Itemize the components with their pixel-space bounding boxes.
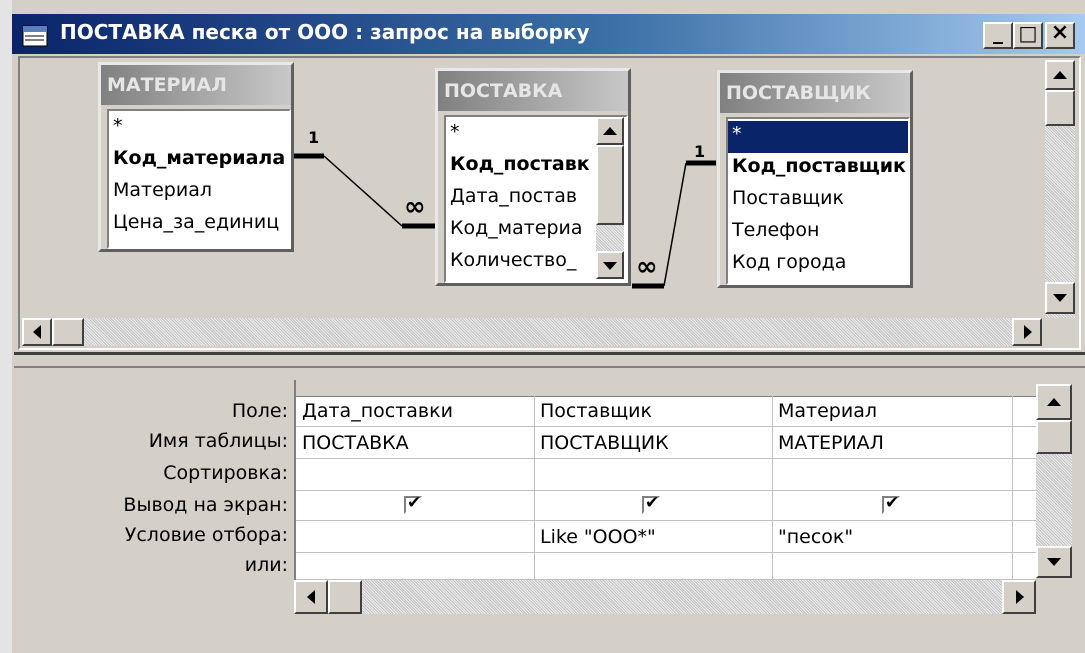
scroll-up-button[interactable] — [596, 117, 624, 145]
scroll-up-button[interactable] — [1045, 60, 1075, 90]
relation-many-label: ∞ — [404, 192, 426, 222]
show-checkbox[interactable]: ✔ — [404, 493, 422, 514]
table-title[interactable]: ПОСТАВЩИК — [720, 73, 910, 113]
row-label-criteria: Условие отбора: — [124, 524, 288, 546]
grid-field-cell[interactable]: Материал — [778, 400, 877, 422]
field-item-selected[interactable]: * — [728, 121, 908, 153]
column-selector[interactable] — [296, 380, 536, 397]
scroll-thumb[interactable] — [328, 580, 362, 614]
field-item[interactable]: Цена_за_единиц — [113, 211, 279, 233]
grid-table-cell[interactable]: МАТЕРИАЛ — [778, 432, 884, 454]
grid-criteria-cell[interactable]: "песок" — [778, 526, 853, 548]
scroll-thumb[interactable] — [52, 318, 84, 346]
close-icon: × — [1050, 20, 1070, 45]
table-postavka[interactable]: ПОСТАВКА * Код_поставк Дата_постав Код_м… — [435, 68, 631, 286]
grid-field-cell[interactable]: Поставщик — [540, 400, 652, 422]
field-item[interactable]: Код_материа — [450, 217, 583, 239]
query-design-grid[interactable]: Дата_поставки ПОСТАВКА ✔ Поставщик ПОСТА… — [294, 380, 1038, 580]
grid-field-cell[interactable]: Дата_поставки — [302, 400, 453, 422]
table-material[interactable]: МАТЕРИАЛ * Код_материала Материал Цена_з… — [98, 62, 294, 252]
relation-one-label: 1 — [694, 142, 706, 161]
upper-horizontal-scrollbar[interactable] — [22, 318, 1042, 346]
row-label-field: Поле: — [231, 400, 288, 422]
pane-splitter[interactable] — [14, 352, 1085, 368]
scroll-thumb[interactable] — [1036, 420, 1072, 454]
scroll-right-button[interactable] — [1002, 580, 1036, 614]
field-item[interactable]: Код_поставщик — [732, 155, 906, 177]
row-label-table: Имя таблицы: — [148, 430, 288, 452]
table-title[interactable]: МАТЕРИАЛ — [101, 65, 291, 105]
background-window-edge — [0, 0, 12, 653]
minimize-icon: _ — [993, 20, 1003, 44]
show-checkbox[interactable]: ✔ — [642, 493, 660, 514]
grid-horizontal-scrollbar[interactable] — [294, 580, 1036, 614]
scroll-left-button[interactable] — [22, 318, 52, 346]
field-item[interactable]: Материал — [113, 179, 212, 201]
maximize-button[interactable]: □ — [1013, 21, 1043, 49]
row-label-or: или: — [244, 554, 288, 576]
field-item[interactable]: Телефон — [732, 219, 819, 241]
table-postavshik[interactable]: ПОСТАВЩИК * Код_поставщик Поставщик Теле… — [717, 70, 913, 288]
window-title: ПОСТАВКА песка от ООО : запрос на выборк… — [60, 20, 590, 44]
relation-many-label: ∞ — [636, 252, 658, 282]
scroll-left-button[interactable] — [294, 580, 328, 614]
field-item[interactable]: Код города — [732, 251, 846, 273]
table-title[interactable]: ПОСТАВКА — [438, 71, 628, 111]
scroll-thumb[interactable] — [1045, 90, 1075, 126]
column-selector[interactable] — [534, 380, 774, 397]
grid-criteria-cell[interactable]: Like "ООО*" — [540, 526, 656, 548]
field-item[interactable]: Количество_ — [450, 249, 576, 271]
scroll-down-button[interactable] — [596, 251, 624, 279]
scroll-thumb[interactable] — [596, 145, 624, 225]
scroll-down-button[interactable] — [1045, 282, 1075, 314]
field-item[interactable]: Поставщик — [732, 187, 844, 209]
column-selector[interactable] — [1012, 380, 1038, 397]
grid-table-cell[interactable]: ПОСТАВКА — [302, 432, 409, 454]
show-checkbox[interactable]: ✔ — [882, 493, 900, 514]
field-item[interactable]: * — [113, 115, 123, 137]
field-item[interactable]: * — [450, 121, 460, 143]
field-list[interactable]: * Код_материала Материал Цена_за_единиц — [107, 109, 291, 249]
field-item[interactable]: Дата_постав — [450, 185, 577, 207]
scroll-down-button[interactable] — [1036, 546, 1072, 578]
grid-row-labels: Поле: Имя таблицы: Сортировка: Вывод на … — [20, 380, 288, 580]
field-list[interactable]: * Код_поставщик Поставщик Телефон Код го… — [726, 117, 910, 285]
field-list[interactable]: * Код_поставк Дата_постав Код_материа Ко… — [444, 115, 628, 283]
maximize-icon: □ — [1018, 21, 1038, 45]
column-selector[interactable] — [772, 380, 1014, 397]
relation-one-label: 1 — [308, 128, 320, 147]
close-button[interactable]: × — [1045, 20, 1075, 49]
row-label-sort: Сортировка: — [163, 462, 288, 484]
minimize-button[interactable]: _ — [983, 20, 1013, 49]
query-icon — [22, 24, 50, 48]
scroll-right-button[interactable] — [1012, 318, 1042, 346]
field-item[interactable]: Код_поставк — [450, 153, 590, 175]
field-item[interactable]: Код_материала — [113, 147, 285, 169]
row-label-show: Вывод на экран: — [123, 494, 288, 516]
scroll-up-button[interactable] — [1036, 384, 1072, 420]
grid-table-cell[interactable]: ПОСТАВЩИК — [540, 432, 669, 454]
